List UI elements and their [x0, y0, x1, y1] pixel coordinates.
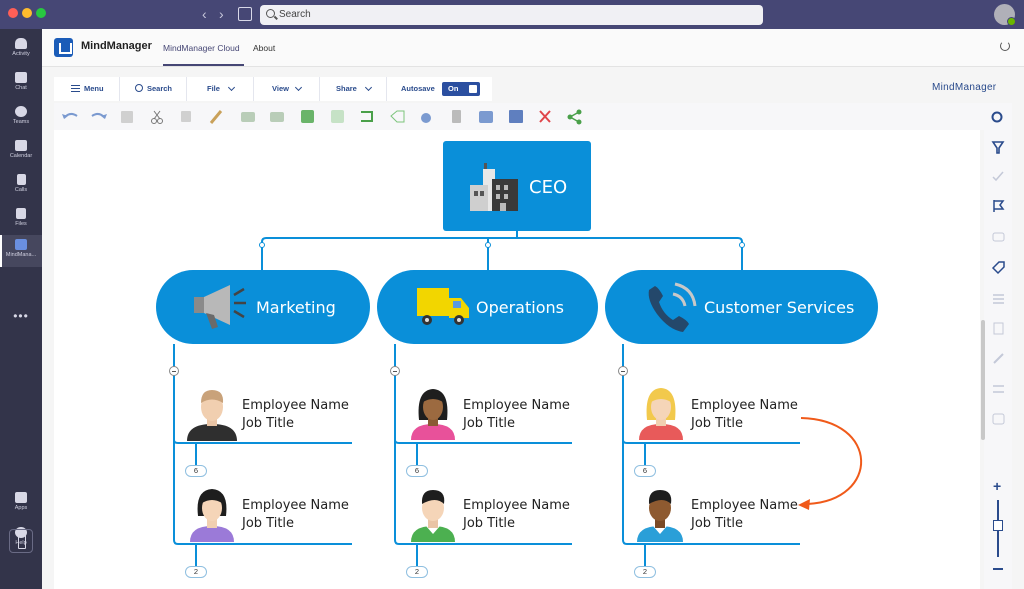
- employee-job-title[interactable]: Job Title: [463, 415, 515, 433]
- employee-job-title[interactable]: Job Title: [691, 515, 743, 533]
- avatar: [411, 490, 455, 542]
- employee-name[interactable]: Employee Name: [242, 397, 349, 415]
- employee-name[interactable]: Employee Name: [463, 397, 570, 415]
- avatar: [190, 489, 234, 542]
- avatar: [639, 388, 683, 440]
- subtopic-count-badge[interactable]: 2: [185, 566, 207, 578]
- app-window: ‹ › Search Activity Chat Teams Calendar …: [0, 0, 1024, 589]
- avatar: [187, 390, 237, 441]
- subtopic-count-badge[interactable]: 2: [406, 566, 428, 578]
- employee-name[interactable]: Employee Name: [691, 397, 798, 415]
- subtopic-count-badge[interactable]: 2: [634, 566, 656, 578]
- employee-name[interactable]: Employee Name: [242, 497, 349, 515]
- employee-job-title[interactable]: Job Title: [463, 515, 515, 533]
- employee-job-title[interactable]: Job Title: [691, 415, 743, 433]
- subtopic-count-badge[interactable]: 6: [634, 465, 656, 477]
- avatar: [637, 490, 683, 542]
- subtopic-count-badge[interactable]: 6: [406, 465, 428, 477]
- employee-job-title[interactable]: Job Title: [242, 415, 294, 433]
- employee-name[interactable]: Employee Name: [691, 497, 798, 515]
- avatar: [411, 389, 455, 440]
- employee-name[interactable]: Employee Name: [463, 497, 570, 515]
- subtopic-count-badge[interactable]: 6: [185, 465, 207, 477]
- employee-job-title[interactable]: Job Title: [242, 515, 294, 533]
